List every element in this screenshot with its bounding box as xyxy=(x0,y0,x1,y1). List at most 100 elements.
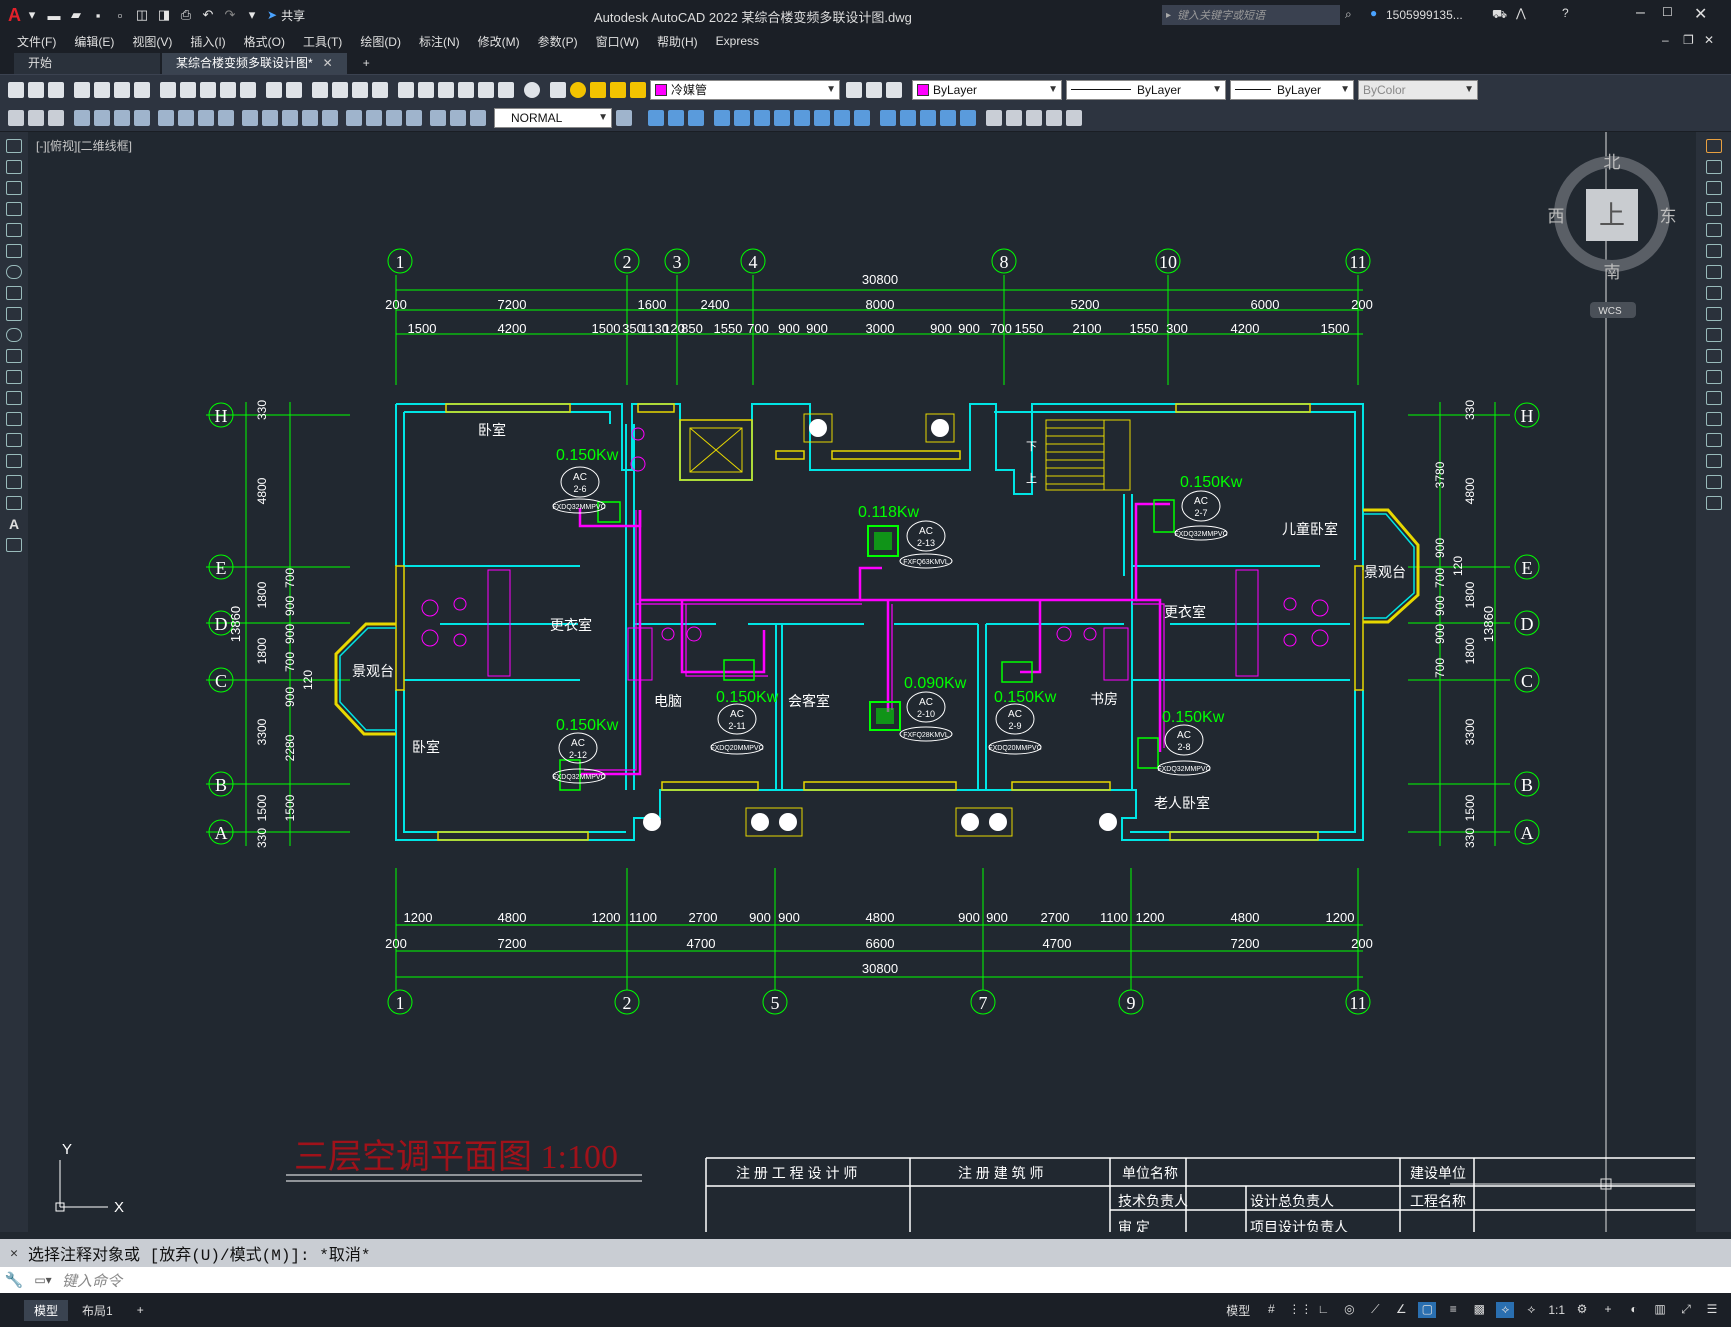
transparency-icon[interactable]: ▩ xyxy=(1470,1302,1488,1318)
dim-ordinate-icon[interactable] xyxy=(134,109,150,126)
compass-north[interactable]: 北 xyxy=(1604,153,1621,172)
modify-stretch-icon[interactable] xyxy=(814,109,830,126)
block-editor-icon[interactable] xyxy=(240,81,256,98)
send-back-icon[interactable] xyxy=(1046,109,1062,126)
menu-insert[interactable]: 插入(I) xyxy=(181,33,234,50)
object-snap-tracking-icon[interactable]: ∠ xyxy=(1392,1302,1410,1318)
ellipse-arc-icon[interactable] xyxy=(6,349,22,363)
tab-start[interactable]: 开始 xyxy=(14,53,160,74)
drawing-canvas[interactable]: [-][俯视][二维线框] 上 北 南 东 西 WCS 1 2 3 4 8 10… xyxy=(28,132,1696,1236)
modify-offset-icon[interactable] xyxy=(714,109,730,126)
properties-icon[interactable] xyxy=(398,81,414,98)
layout-tab-model[interactable]: 模型 xyxy=(24,1299,69,1321)
menu-edit[interactable]: 编辑(E) xyxy=(65,33,123,50)
linetype-dropdown[interactable]: ByLayer ▼ xyxy=(1066,79,1226,100)
autocad-logo-icon[interactable]: A xyxy=(8,5,21,26)
share-button[interactable]: ➤ 共享 xyxy=(267,7,305,24)
chamfer-icon[interactable] xyxy=(1705,433,1722,447)
tab-drawing[interactable]: 某综合楼变频多联设计图* ✕ xyxy=(162,53,347,74)
autodesk-apps-icon[interactable]: ⋀ xyxy=(1516,6,1526,20)
annotation-scale[interactable]: 1:1 xyxy=(1548,1303,1565,1317)
modify-rotate-icon[interactable] xyxy=(774,109,790,126)
dim-continue-icon[interactable] xyxy=(282,109,298,126)
polyline-icon[interactable] xyxy=(6,181,22,195)
user-name[interactable]: 1505999135... xyxy=(1386,8,1463,22)
tab-close-icon[interactable]: ✕ xyxy=(323,53,333,74)
doc-restore-icon[interactable]: ❐ xyxy=(1683,33,1694,47)
auto-scale-icon[interactable]: ⟡ xyxy=(1522,1302,1540,1318)
break-icon[interactable] xyxy=(1705,391,1722,405)
construction-line-icon[interactable] xyxy=(6,160,22,174)
layer-previous-icon[interactable] xyxy=(866,81,882,98)
doc-minimize-icon[interactable]: – xyxy=(1662,33,1669,47)
modify-mirror-icon[interactable] xyxy=(688,109,704,126)
dim-arc-icon[interactable] xyxy=(114,109,130,126)
blend-icon[interactable] xyxy=(1705,475,1722,489)
copy-object-icon[interactable] xyxy=(1705,160,1722,174)
preview-icon[interactable] xyxy=(94,81,110,98)
annotation-visibility-icon[interactable]: ⟡ xyxy=(1496,1302,1515,1318)
calculator-icon[interactable] xyxy=(498,81,514,98)
modify-extend-icon[interactable] xyxy=(854,109,870,126)
hardware-accel-icon[interactable]: ▥ xyxy=(1651,1302,1669,1318)
fillet-icon[interactable] xyxy=(1705,454,1722,468)
doc-close-icon[interactable]: ✕ xyxy=(1704,33,1714,47)
redo-icon-2[interactable] xyxy=(286,81,302,98)
menu-tools[interactable]: 工具(T) xyxy=(294,33,351,50)
menu-dimension[interactable]: 标注(N) xyxy=(410,33,469,50)
minimize-icon[interactable]: – xyxy=(1636,4,1645,22)
center-mark-icon[interactable] xyxy=(366,109,382,126)
table-icon[interactable] xyxy=(6,496,22,510)
grid-icon[interactable]: # xyxy=(1262,1302,1280,1318)
scale-icon[interactable] xyxy=(1705,286,1722,300)
plot-icon[interactable]: ⎙ xyxy=(177,6,195,24)
open-web-icon[interactable]: ◫ xyxy=(133,6,151,24)
array-icon[interactable] xyxy=(1705,223,1722,237)
markup-icon[interactable] xyxy=(478,81,494,98)
dim-update-icon[interactable] xyxy=(470,109,486,126)
compass-south[interactable]: 南 xyxy=(1604,263,1621,282)
dim-angular-icon[interactable] xyxy=(218,109,234,126)
dim-diameter-icon[interactable] xyxy=(198,109,214,126)
gradient-icon[interactable] xyxy=(6,454,22,468)
match-prop-icon[interactable] xyxy=(220,81,236,98)
plotstyle-dropdown[interactable]: ByColor ▼ xyxy=(1358,79,1478,100)
qsave-icon[interactable] xyxy=(28,109,44,126)
dim-space-icon[interactable] xyxy=(302,109,318,126)
search-icon[interactable]: ⌕ xyxy=(1345,7,1352,22)
menu-help[interactable]: 帮助(H) xyxy=(648,33,707,50)
zoom-realtime-icon[interactable] xyxy=(332,81,348,98)
isolate-icon[interactable]: ◐ xyxy=(1625,1302,1643,1318)
3d-print-icon[interactable] xyxy=(134,81,150,98)
new-icon[interactable] xyxy=(8,81,24,98)
open-file-icon[interactable]: ▰ xyxy=(67,6,85,24)
circle-icon[interactable] xyxy=(6,265,22,279)
menu-format[interactable]: 格式(O) xyxy=(235,33,294,50)
menu-draw[interactable]: 绘图(D) xyxy=(351,33,410,50)
print-icon[interactable] xyxy=(74,81,90,98)
revcloud-icon[interactable] xyxy=(6,286,22,300)
app-menu-chevron-icon[interactable]: ▾ xyxy=(23,6,41,24)
help-icon-2[interactable] xyxy=(524,81,540,98)
clean-screen-icon[interactable]: ⤢ xyxy=(1677,1302,1695,1318)
modify-move-icon[interactable] xyxy=(754,109,770,126)
extend-icon[interactable] xyxy=(1705,349,1722,363)
trim-icon[interactable] xyxy=(1705,328,1722,342)
cut-icon[interactable] xyxy=(160,81,176,98)
stretch-icon[interactable] xyxy=(1705,307,1722,321)
paste-icon[interactable] xyxy=(200,81,216,98)
new-file-icon[interactable]: ▬ xyxy=(45,6,63,24)
snap-icon[interactable]: ⋮⋮ xyxy=(1288,1302,1312,1318)
modify-trim-icon[interactable] xyxy=(834,109,850,126)
modify-erase-icon[interactable] xyxy=(648,109,664,126)
new-tab-button[interactable]: + xyxy=(349,53,384,74)
dim-aligned-icon[interactable] xyxy=(94,109,110,126)
dim-text-edit-icon[interactable] xyxy=(450,109,466,126)
saveall-icon[interactable] xyxy=(48,109,64,126)
save-icon-2[interactable] xyxy=(48,81,64,98)
explode-icon[interactable] xyxy=(1705,496,1722,510)
plus-icon[interactable]: + xyxy=(1599,1302,1617,1318)
help-icon[interactable]: ? xyxy=(1562,6,1569,20)
compass-east[interactable]: 东 xyxy=(1660,207,1677,226)
layer-dropdown[interactable]: 冷媒管 ▼ xyxy=(650,79,840,100)
